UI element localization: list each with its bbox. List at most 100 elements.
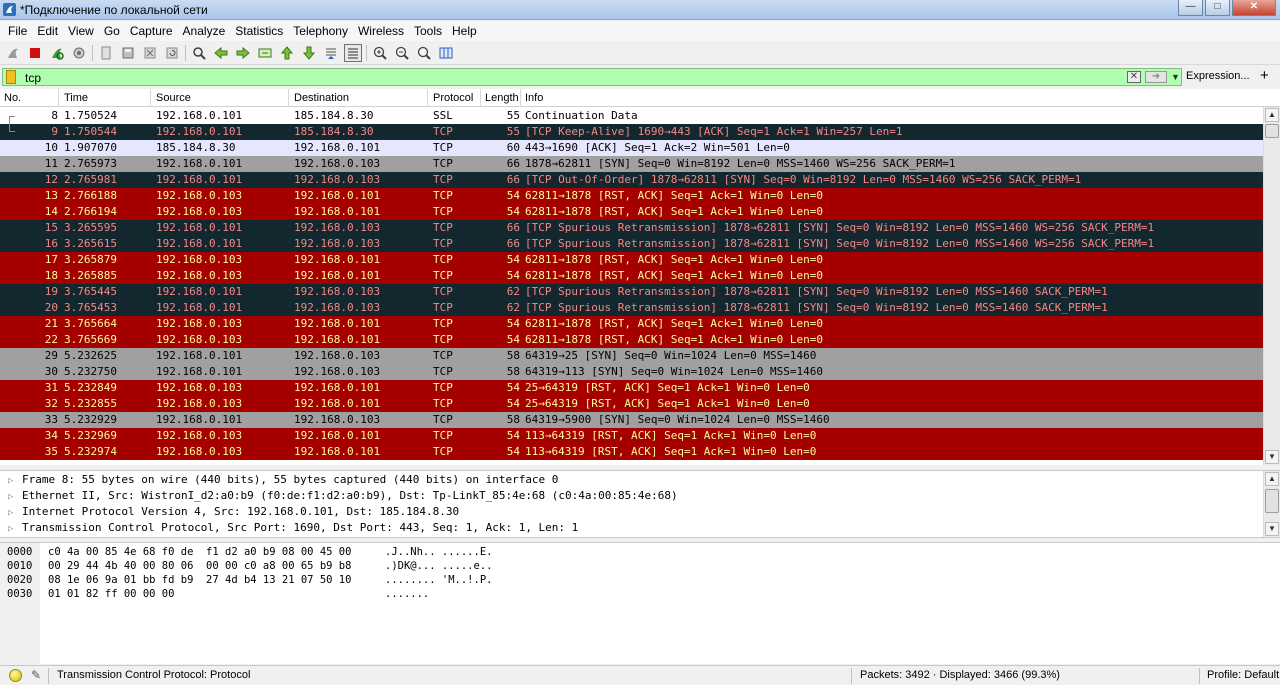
expand-arrow-icon[interactable]: ▷ (8, 521, 22, 537)
close-file-icon[interactable] (141, 44, 159, 62)
menu-file[interactable]: File (3, 21, 32, 41)
packet-row[interactable]: 12 2.765981 192.168.0.101 192.168.0.103 TCP 6… (0, 172, 1263, 188)
packet-row[interactable]: 30 5.232750 192.168.0.101 192.168.0.103 TCP 5… (0, 364, 1263, 380)
scroll-thumb[interactable] (1265, 489, 1279, 513)
packet-list-scrollbar[interactable]: ▲ ▼ (1263, 107, 1280, 465)
column-divider[interactable] (58, 89, 59, 107)
go-first-packet-icon[interactable] (278, 44, 296, 62)
packet-row[interactable]: 31 5.232849 192.168.0.103 192.168.0.101 TCP 5… (0, 380, 1263, 396)
packet-row[interactable]: 14 2.766194 192.168.0.103 192.168.0.101 TCP 5… (0, 204, 1263, 220)
scroll-down-icon[interactable]: ▼ (1265, 450, 1279, 464)
filter-text[interactable]: tcp (25, 71, 41, 85)
column-divider[interactable] (480, 89, 481, 107)
resize-columns-icon[interactable] (437, 44, 455, 62)
restart-capture-icon[interactable] (48, 44, 66, 62)
maximize-button[interactable]: □ (1205, 0, 1230, 16)
expression-button[interactable]: Expression... (1186, 70, 1250, 82)
go-forward-icon[interactable] (234, 44, 252, 62)
menu-go[interactable]: Go (99, 21, 125, 41)
menu-telephony[interactable]: Telephony (288, 21, 353, 41)
minimize-button[interactable]: — (1178, 0, 1203, 16)
clear-filter-icon[interactable]: ✕ (1127, 71, 1141, 83)
menu-view[interactable]: View (63, 21, 99, 41)
detail-tree-item[interactable]: ▷ Frame 8: 55 bytes on wire (440 bits), 5… (8, 472, 558, 488)
packet-row[interactable]: 32 5.232855 192.168.0.103 192.168.0.101 TCP 5… (0, 396, 1263, 412)
bytes-hex[interactable]: 01 01 82 ff 00 00 00 (48, 587, 174, 601)
scroll-thumb[interactable] (1265, 124, 1279, 138)
bytes-hex[interactable]: c0 4a 00 85 4e 68 f0 de f1 d2 a0 b9 08 0… (48, 545, 351, 559)
close-button[interactable]: ✕ (1232, 0, 1276, 16)
packet-row[interactable]: 22 3.765669 192.168.0.103 192.168.0.101 TCP 5… (0, 332, 1263, 348)
capture-comment-icon[interactable]: ✎ (31, 668, 41, 682)
expand-arrow-icon[interactable]: ▷ (8, 505, 22, 521)
add-filter-button[interactable]: + (1260, 67, 1269, 84)
expand-arrow-icon[interactable]: ▷ (8, 473, 22, 489)
profile-status[interactable]: Profile: Default (1207, 669, 1279, 681)
details-scrollbar[interactable]: ▲ ▼ (1263, 471, 1280, 537)
expand-arrow-icon[interactable]: ▷ (8, 489, 22, 505)
packet-row[interactable]: 8 1.750524 192.168.0.101 185.184.8.30 SSL 55 C… (0, 108, 1263, 124)
column-divider[interactable] (520, 89, 521, 107)
column-header-destination[interactable]: Destination (294, 92, 349, 104)
column-header-time[interactable]: Time (64, 92, 88, 104)
column-divider[interactable] (288, 89, 289, 107)
packet-row[interactable]: 21 3.765664 192.168.0.103 192.168.0.101 TCP 5… (0, 316, 1263, 332)
column-header-length[interactable]: Length (485, 92, 519, 104)
menu-statistics[interactable]: Statistics (230, 21, 288, 41)
start-capture-icon[interactable] (4, 44, 22, 62)
packet-row[interactable]: 29 5.232625 192.168.0.101 192.168.0.103 TCP 5… (0, 348, 1263, 364)
column-header-source[interactable]: Source (156, 92, 191, 104)
auto-scroll-icon[interactable] (322, 44, 340, 62)
bytes-ascii[interactable]: .)DK@... .....e.. (385, 559, 492, 573)
stop-capture-icon[interactable] (26, 44, 44, 62)
filter-bookmark-icon[interactable] (6, 70, 16, 84)
packet-row[interactable]: 20 3.765453 192.168.0.101 192.168.0.103 TCP 6… (0, 300, 1263, 316)
apply-filter-icon[interactable]: ➜ (1145, 71, 1167, 83)
reload-file-icon[interactable] (163, 44, 181, 62)
save-file-icon[interactable] (119, 44, 137, 62)
packet-row[interactable]: 17 3.265879 192.168.0.103 192.168.0.101 TCP 5… (0, 252, 1263, 268)
packet-row[interactable]: 34 5.232969 192.168.0.103 192.168.0.101 TCP 5… (0, 428, 1263, 444)
scroll-up-icon[interactable]: ▲ (1265, 108, 1279, 122)
column-header-info[interactable]: Info (525, 92, 543, 104)
menu-analyze[interactable]: Analyze (178, 21, 231, 41)
zoom-in-icon[interactable] (371, 44, 389, 62)
filter-history-dropdown-icon[interactable]: ▼ (1171, 72, 1180, 82)
packet-row[interactable]: 33 5.232929 192.168.0.101 192.168.0.103 TCP 5… (0, 412, 1263, 428)
capture-options-icon[interactable] (70, 44, 88, 62)
bytes-ascii[interactable]: .J..Nh.. ......E. (385, 545, 492, 559)
go-back-icon[interactable] (212, 44, 230, 62)
zoom-normal-icon[interactable] (415, 44, 433, 62)
menu-tools[interactable]: Tools (409, 21, 447, 41)
colorize-icon[interactable] (344, 43, 362, 62)
packet-row[interactable]: 10 1.907070 185.184.8.30 192.168.0.101 TCP 60… (0, 140, 1263, 156)
packet-row[interactable]: 16 3.265615 192.168.0.101 192.168.0.103 TCP 6… (0, 236, 1263, 252)
bytes-ascii[interactable]: ........ 'M..!.P. (385, 573, 492, 587)
column-header-protocol[interactable]: Protocol (433, 92, 473, 104)
menu-wireless[interactable]: Wireless (353, 21, 409, 41)
scroll-down-icon[interactable]: ▼ (1265, 522, 1279, 536)
zoom-out-icon[interactable] (393, 44, 411, 62)
packet-row[interactable]: 9 1.750544 192.168.0.101 185.184.8.30 TCP 55 [… (0, 124, 1263, 140)
display-filter-input[interactable]: tcp ✕ ➜ ▼ (2, 68, 1182, 86)
packet-row[interactable]: 11 2.765973 192.168.0.101 192.168.0.103 TCP 6… (0, 156, 1263, 172)
open-file-icon[interactable] (97, 44, 115, 62)
packet-row[interactable]: 35 5.232974 192.168.0.103 192.168.0.101 TCP 5… (0, 444, 1263, 460)
packet-row[interactable]: 19 3.765445 192.168.0.101 192.168.0.103 TCP 6… (0, 284, 1263, 300)
detail-tree-item[interactable]: ▷ Internet Protocol Version 4, Src: 192.1… (8, 504, 459, 520)
detail-tree-item[interactable]: ▷ Transmission Control Protocol, Src Port… (8, 520, 578, 536)
menu-help[interactable]: Help (447, 21, 482, 41)
packet-row[interactable]: 13 2.766188 192.168.0.103 192.168.0.101 TCP 5… (0, 188, 1263, 204)
bytes-ascii[interactable]: ....... (385, 587, 429, 601)
column-divider[interactable] (150, 89, 151, 107)
packet-row[interactable]: 15 3.265595 192.168.0.101 192.168.0.103 TCP 6… (0, 220, 1263, 236)
column-header-no[interactable]: No. (4, 92, 21, 104)
go-to-packet-icon[interactable] (256, 44, 274, 62)
bytes-hex[interactable]: 08 1e 06 9a 01 bb fd b9 27 4d b4 13 21 0… (48, 573, 351, 587)
detail-tree-item[interactable]: ▷ Ethernet II, Src: WistronI_d2:a0:b9 (f0… (8, 488, 678, 504)
column-divider[interactable] (427, 89, 428, 107)
expert-info-icon[interactable] (9, 669, 22, 682)
bytes-hex[interactable]: 00 29 44 4b 40 00 80 06 00 00 c0 a8 00 6… (48, 559, 351, 573)
find-packet-icon[interactable] (190, 44, 208, 62)
scroll-up-icon[interactable]: ▲ (1265, 472, 1279, 486)
